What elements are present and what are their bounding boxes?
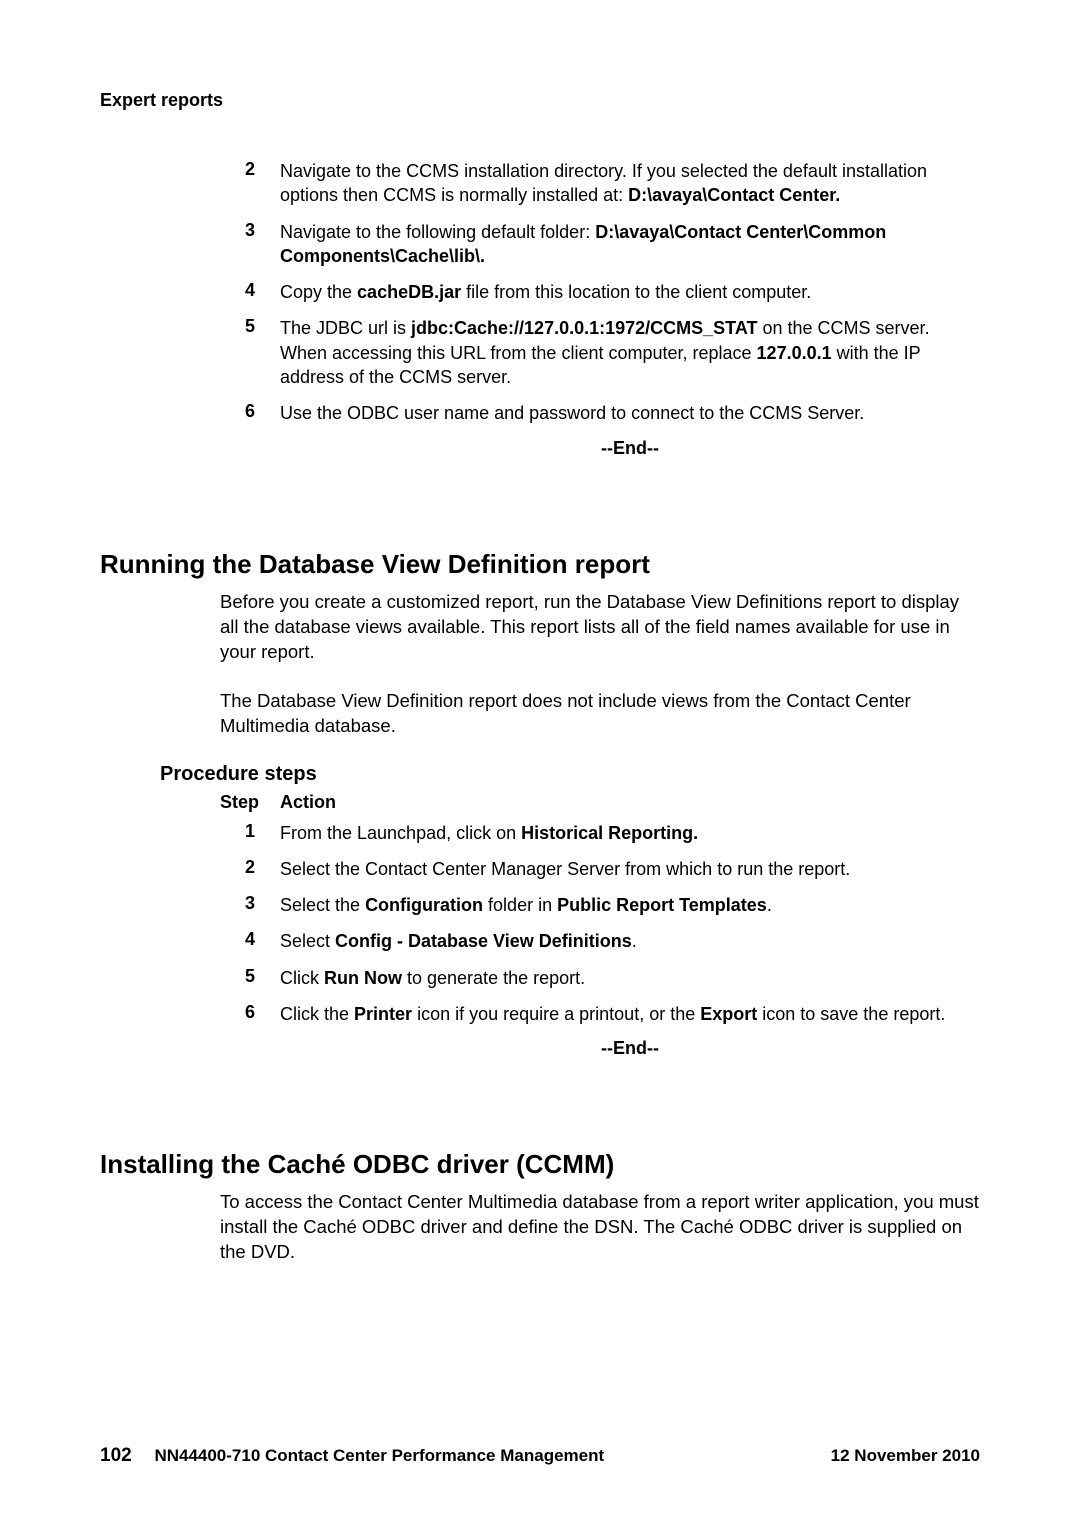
bold-text: D:\avaya\Contact Center. [628, 185, 840, 205]
step-text: Select Config - Database View Definition… [280, 929, 980, 953]
text: . [632, 931, 637, 951]
step-text: Click Run Now to generate the report. [280, 966, 980, 990]
bold-text: Configuration [365, 895, 483, 915]
text: From the Launchpad, click on [280, 823, 521, 843]
step-row: 6 Use the ODBC user name and password to… [220, 401, 980, 425]
step-text: Navigate to the CCMS installation direct… [280, 159, 980, 208]
section-heading: Running the Database View Definition rep… [100, 549, 980, 580]
procedure-steps-heading: Procedure steps [160, 763, 980, 786]
text: file from this location to the client co… [461, 282, 811, 302]
step-text: The JDBC url is jdbc:Cache://127.0.0.1:1… [280, 316, 980, 389]
bold-text: Historical Reporting. [521, 823, 698, 843]
text: Use the ODBC user name and password to c… [280, 403, 864, 423]
footer-date: 12 November 2010 [831, 1446, 980, 1466]
text: Select the [280, 895, 365, 915]
body-paragraph: Before you create a customized report, r… [220, 590, 980, 665]
step-number: 6 [220, 401, 280, 425]
step-row: 5 Click Run Now to generate the report. [220, 966, 980, 990]
text: Navigate to the following default folder… [280, 222, 595, 242]
step-header-action: Action [280, 792, 980, 813]
step-text: Select the Configuration folder in Publi… [280, 893, 980, 917]
doc-title: NN44400-710 Contact Center Performance M… [154, 1446, 604, 1465]
bold-text: cacheDB.jar [357, 282, 461, 302]
step-number: 6 [220, 1002, 280, 1026]
bold-text: 127.0.0.1 [757, 343, 832, 363]
step-row: 1 From the Launchpad, click on Historica… [220, 821, 980, 845]
step-text: Copy the cacheDB.jar file from this loca… [280, 280, 980, 304]
step-header-step: Step [220, 792, 280, 813]
step-text: From the Launchpad, click on Historical … [280, 821, 980, 845]
text: Copy the [280, 282, 357, 302]
step-number: 5 [220, 966, 280, 990]
text: The JDBC url is [280, 318, 411, 338]
text: folder in [483, 895, 557, 915]
body-paragraph: The Database View Definition report does… [220, 689, 980, 739]
end-marker: --End-- [280, 1038, 980, 1059]
step-number: 4 [220, 929, 280, 953]
procedure-steps-b: Step Action 1 From the Launchpad, click … [220, 792, 980, 1060]
step-number: 1 [220, 821, 280, 845]
bold-text: jdbc:Cache://127.0.0.1:1972/CCMS_STAT [411, 318, 757, 338]
bold-text: Config - Database View Definitions [335, 931, 632, 951]
step-row: 5 The JDBC url is jdbc:Cache://127.0.0.1… [220, 316, 980, 389]
step-row: 4 Select Config - Database View Definiti… [220, 929, 980, 953]
page-footer: 102 NN44400-710 Contact Center Performan… [100, 1445, 980, 1467]
step-header-row: Step Action [220, 792, 980, 813]
step-row: 3 Navigate to the following default fold… [220, 220, 980, 269]
running-header: Expert reports [100, 90, 980, 111]
procedure-steps-a: 2 Navigate to the CCMS installation dire… [220, 159, 980, 459]
body-paragraph: To access the Contact Center Multimedia … [220, 1190, 980, 1265]
step-row: 6 Click the Printer icon if you require … [220, 1002, 980, 1026]
step-text: Select the Contact Center Manager Server… [280, 857, 980, 881]
document-page: Expert reports 2 Navigate to the CCMS in… [0, 0, 1080, 1527]
step-text: Click the Printer icon if you require a … [280, 1002, 980, 1026]
text: Select [280, 931, 335, 951]
step-row: 3 Select the Configuration folder in Pub… [220, 893, 980, 917]
section-heading: Installing the Caché ODBC driver (CCMM) [100, 1149, 980, 1180]
end-marker: --End-- [280, 438, 980, 459]
step-number: 2 [220, 159, 280, 208]
step-number: 4 [220, 280, 280, 304]
text: Select the Contact Center Manager Server… [280, 859, 850, 879]
bold-text: Export [700, 1004, 757, 1024]
text: icon if you require a printout, or the [412, 1004, 700, 1024]
text: to generate the report. [402, 968, 585, 988]
bold-text: Run Now [324, 968, 402, 988]
step-number: 3 [220, 220, 280, 269]
bold-text: Printer [354, 1004, 412, 1024]
step-number: 2 [220, 857, 280, 881]
text: Click [280, 968, 324, 988]
step-row: 2 Navigate to the CCMS installation dire… [220, 159, 980, 208]
step-row: 4 Copy the cacheDB.jar file from this lo… [220, 280, 980, 304]
text: Click the [280, 1004, 354, 1024]
step-text: Navigate to the following default folder… [280, 220, 980, 269]
step-text: Use the ODBC user name and password to c… [280, 401, 980, 425]
step-number: 3 [220, 893, 280, 917]
text: . [767, 895, 772, 915]
step-row: 2 Select the Contact Center Manager Serv… [220, 857, 980, 881]
text: icon to save the report. [757, 1004, 945, 1024]
bold-text: Public Report Templates [557, 895, 767, 915]
page-number: 102 [100, 1445, 132, 1466]
footer-left: 102 NN44400-710 Contact Center Performan… [100, 1445, 604, 1467]
step-number: 5 [220, 316, 280, 389]
